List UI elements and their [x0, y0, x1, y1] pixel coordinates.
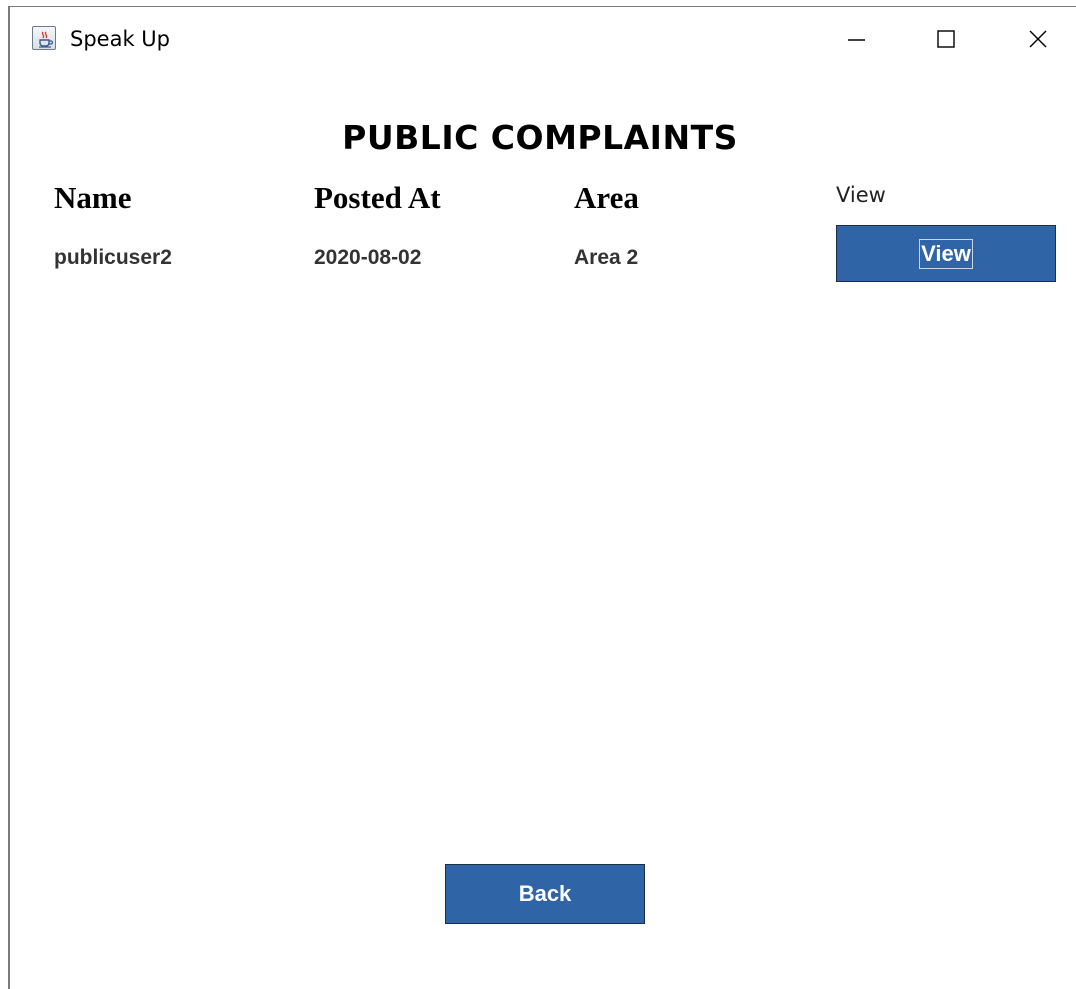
- minimize-button[interactable]: [836, 21, 876, 57]
- maximize-button[interactable]: [926, 21, 966, 57]
- column-header-name: Name: [54, 180, 132, 215]
- column-header-posted-at: Posted At: [314, 180, 441, 215]
- maximize-icon: [937, 30, 955, 48]
- back-button-label: Back: [518, 881, 572, 906]
- column-header-view: View: [836, 183, 886, 207]
- column-header-area: Area: [574, 180, 639, 215]
- row-name-cell: publicuser2: [54, 246, 172, 269]
- view-complaint-button[interactable]: View: [836, 225, 1056, 282]
- back-button[interactable]: Back: [445, 864, 645, 924]
- title-bar[interactable]: Speak Up: [10, 7, 1076, 69]
- close-button[interactable]: [1018, 21, 1058, 57]
- view-button-label: View: [919, 238, 973, 269]
- row-area-cell: Area 2: [574, 246, 639, 269]
- window-title: Speak Up: [70, 27, 170, 51]
- row-posted-at-cell: 2020-08-02: [314, 246, 422, 269]
- close-icon: [1029, 30, 1047, 48]
- minimize-icon: [848, 39, 865, 41]
- page-title: PUBLIC COMPLAINTS: [342, 118, 738, 157]
- java-cup-icon: [32, 26, 56, 50]
